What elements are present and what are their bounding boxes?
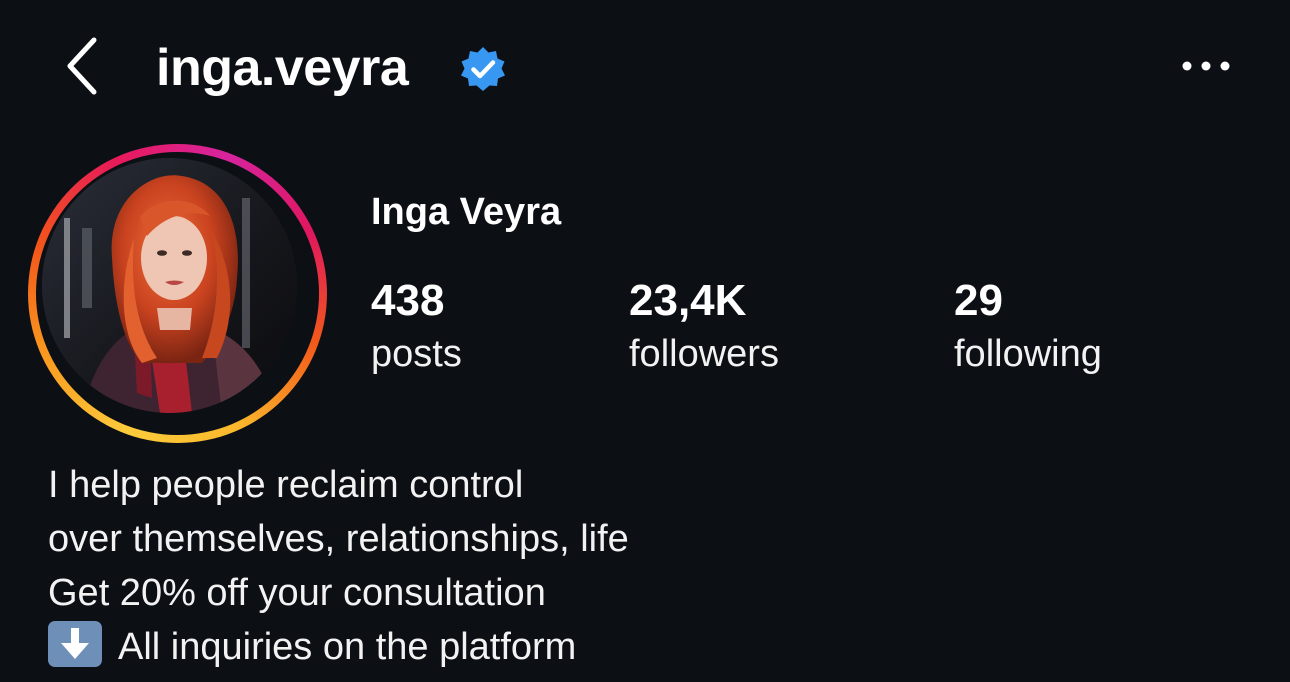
followers-count: 23,4K [629,276,747,325]
bio-line: Get 20% off your consultation [48,572,546,614]
more-options-button[interactable] [1176,50,1236,82]
profile-page: inga.veyra Inga Veyra 438 posts 23,4K fo… [0,0,1290,682]
bio-inquiries-text: All inquiries on the platform [118,626,577,668]
avatar-photo [42,158,297,413]
chevron-left-icon [67,37,97,95]
following-label: following [954,333,1102,375]
stat-following[interactable]: 29 following [954,276,1102,380]
bio-line: I help people reclaim control [48,464,524,506]
posts-label: posts [371,333,462,375]
down-arrow-emoji-icon [48,621,102,667]
story-ring[interactable] [28,144,327,443]
bio: I help people reclaim control over thems… [48,458,629,674]
verified-badge-icon [461,47,505,91]
more-horizontal-icon [1182,61,1230,71]
stat-posts[interactable]: 438 posts [371,276,462,380]
posts-count: 438 [371,276,445,325]
display-name: Inga Veyra [371,191,562,233]
back-button[interactable] [58,34,106,98]
bio-line: over themselves, relationships, life [48,518,629,560]
avatar[interactable] [42,158,297,413]
following-count: 29 [954,276,1003,325]
stat-followers[interactable]: 23,4K followers [629,276,779,380]
followers-label: followers [629,333,779,375]
bio-line-inquiries: All inquiries on the platform [48,620,629,674]
profile-username: inga.veyra [156,39,409,97]
